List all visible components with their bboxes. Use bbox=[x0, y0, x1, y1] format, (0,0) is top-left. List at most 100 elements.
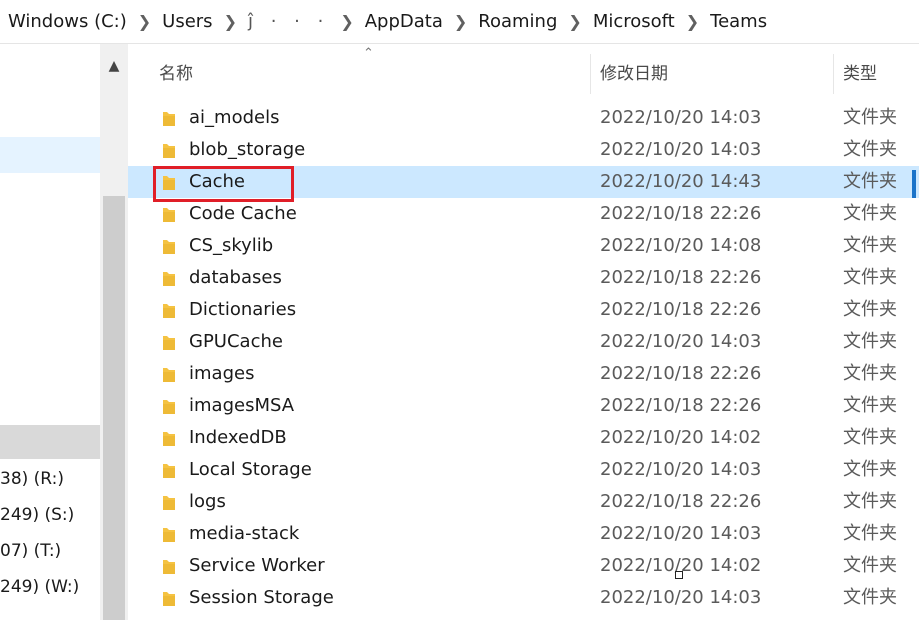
breadcrumb-username[interactable]: ĵ · · · bbox=[246, 11, 331, 32]
file-type: 文件夹 bbox=[843, 203, 897, 224]
file-modified-date: 2022/10/18 22:26 bbox=[600, 395, 762, 416]
chevron-right-icon[interactable]: ❯ bbox=[215, 12, 246, 31]
file-modified-date: 2022/10/18 22:26 bbox=[600, 267, 762, 288]
file-row[interactable]: Code Cache 2022/10/18 22:26 文件夹 bbox=[128, 198, 919, 230]
file-type: 文件夹 bbox=[843, 267, 897, 288]
folder-icon bbox=[163, 112, 175, 126]
chevron-right-icon[interactable]: ❯ bbox=[677, 12, 708, 31]
navigation-pane: 38) (R:) 249) (S:) 07) (T:) 249) (W:) bbox=[0, 44, 100, 620]
file-type: 文件夹 bbox=[843, 523, 897, 544]
file-name: Local Storage bbox=[189, 459, 312, 480]
column-header-date[interactable]: 修改日期 bbox=[600, 44, 668, 102]
file-type: 文件夹 bbox=[843, 459, 897, 480]
folder-icon bbox=[163, 304, 175, 318]
file-name: databases bbox=[189, 267, 282, 288]
column-divider[interactable] bbox=[590, 54, 591, 94]
file-type: 文件夹 bbox=[843, 299, 897, 320]
scrollbar-thumb[interactable] bbox=[103, 196, 125, 620]
file-type: 文件夹 bbox=[843, 427, 897, 448]
file-type: 文件夹 bbox=[843, 555, 897, 576]
file-row[interactable]: Local Storage 2022/10/20 14:03 文件夹 bbox=[128, 454, 919, 486]
file-name: Dictionaries bbox=[189, 299, 297, 320]
file-name: imagesMSA bbox=[189, 395, 295, 416]
chevron-right-icon[interactable]: ❯ bbox=[331, 12, 362, 31]
file-modified-date: 2022/10/18 22:26 bbox=[600, 203, 762, 224]
folder-icon bbox=[163, 528, 175, 542]
folder-icon bbox=[163, 496, 175, 510]
folder-icon bbox=[163, 208, 175, 222]
nav-drive-t[interactable]: 07) (T:) bbox=[0, 533, 100, 569]
file-type: 文件夹 bbox=[843, 331, 897, 352]
chevron-right-icon[interactable]: ❯ bbox=[129, 12, 160, 31]
file-name: ai_models bbox=[189, 107, 280, 128]
breadcrumb-appdata[interactable]: AppData bbox=[363, 11, 445, 32]
file-row[interactable]: CS_skylib 2022/10/20 14:08 文件夹 bbox=[128, 230, 919, 262]
file-modified-date: 2022/10/18 22:26 bbox=[600, 299, 762, 320]
file-row[interactable]: imagesMSA 2022/10/18 22:26 文件夹 bbox=[128, 390, 919, 422]
folder-icon bbox=[163, 368, 175, 382]
file-name: images bbox=[189, 363, 255, 384]
nav-selected-highlight[interactable] bbox=[0, 425, 100, 459]
file-modified-date: 2022/10/20 14:02 bbox=[600, 427, 762, 448]
address-bar[interactable]: Windows (C:) ❯ Users ❯ ĵ · · · ❯ AppData… bbox=[0, 0, 919, 44]
file-row[interactable]: GPUCache 2022/10/20 14:03 文件夹 bbox=[128, 326, 919, 358]
column-header-name[interactable]: 名称 bbox=[159, 44, 193, 102]
file-type: 文件夹 bbox=[843, 139, 897, 160]
column-divider[interactable] bbox=[833, 54, 834, 94]
file-row[interactable]: media-stack 2022/10/20 14:03 文件夹 bbox=[128, 518, 919, 550]
file-type: 文件夹 bbox=[843, 235, 897, 256]
folder-icon bbox=[163, 464, 175, 478]
highlight-annotation-box bbox=[153, 166, 294, 202]
file-modified-date: 2022/10/18 22:26 bbox=[600, 363, 762, 384]
chevron-right-icon[interactable]: ❯ bbox=[559, 12, 590, 31]
breadcrumb-windows-c[interactable]: Windows (C:) bbox=[6, 11, 129, 32]
sort-ascending-icon: ⌃ bbox=[363, 46, 374, 61]
breadcrumb-teams[interactable]: Teams bbox=[708, 11, 769, 32]
file-row[interactable]: databases 2022/10/18 22:26 文件夹 bbox=[128, 262, 919, 294]
file-type: 文件夹 bbox=[843, 395, 897, 416]
folder-icon bbox=[163, 592, 175, 606]
file-name: logs bbox=[189, 491, 226, 512]
file-row[interactable]: images 2022/10/18 22:26 文件夹 bbox=[128, 358, 919, 390]
file-modified-date: 2022/10/20 14:03 bbox=[600, 107, 762, 128]
mouse-cursor bbox=[675, 571, 683, 579]
file-row[interactable]: IndexedDB 2022/10/20 14:02 文件夹 bbox=[128, 422, 919, 454]
file-row[interactable]: blob_storage 2022/10/20 14:03 文件夹 bbox=[128, 134, 919, 166]
file-row[interactable]: Dictionaries 2022/10/18 22:26 文件夹 bbox=[128, 294, 919, 326]
nav-scrollbar[interactable]: ▲ bbox=[100, 44, 128, 620]
chevron-right-icon[interactable]: ❯ bbox=[445, 12, 476, 31]
file-modified-date: 2022/10/20 14:03 bbox=[600, 331, 762, 352]
file-name: Session Storage bbox=[189, 587, 334, 608]
column-header-type[interactable]: 类型 bbox=[843, 44, 877, 102]
scroll-up-icon[interactable]: ▲ bbox=[100, 54, 128, 78]
file-name: Service Worker bbox=[189, 555, 325, 576]
file-modified-date: 2022/10/20 14:08 bbox=[600, 235, 762, 256]
nav-hover-highlight[interactable] bbox=[0, 137, 100, 173]
nav-drive-r[interactable]: 38) (R:) bbox=[0, 461, 100, 497]
file-row[interactable]: Service Worker 2022/10/20 14:02 文件夹 bbox=[128, 550, 919, 582]
file-type: 文件夹 bbox=[843, 171, 897, 192]
file-modified-date: 2022/10/18 22:26 bbox=[600, 491, 762, 512]
file-name: media-stack bbox=[189, 523, 300, 544]
file-row[interactable]: logs 2022/10/18 22:26 文件夹 bbox=[128, 486, 919, 518]
file-modified-date: 2022/10/20 14:03 bbox=[600, 523, 762, 544]
file-modified-date: 2022/10/20 14:43 bbox=[600, 171, 762, 192]
file-name: IndexedDB bbox=[189, 427, 287, 448]
file-modified-date: 2022/10/20 14:03 bbox=[600, 587, 762, 608]
file-row[interactable]: Session Storage 2022/10/20 14:03 文件夹 bbox=[128, 582, 919, 614]
breadcrumb-roaming[interactable]: Roaming bbox=[476, 11, 559, 32]
file-row[interactable]: ai_models 2022/10/20 14:03 文件夹 bbox=[128, 102, 919, 134]
folder-icon bbox=[163, 272, 175, 286]
file-type: 文件夹 bbox=[843, 491, 897, 512]
file-modified-date: 2022/10/20 14:03 bbox=[600, 139, 762, 160]
breadcrumb-users[interactable]: Users bbox=[160, 11, 214, 32]
file-name: CS_skylib bbox=[189, 235, 274, 256]
folder-icon bbox=[163, 560, 175, 574]
folder-icon bbox=[163, 240, 175, 254]
column-header: ⌃ 名称 修改日期 类型 bbox=[128, 44, 919, 102]
nav-drive-s[interactable]: 249) (S:) bbox=[0, 497, 100, 533]
breadcrumb-microsoft[interactable]: Microsoft bbox=[591, 11, 677, 32]
nav-drive-w[interactable]: 249) (W:) bbox=[0, 569, 100, 605]
file-list: ⌃ 名称 修改日期 类型 ai_models 2022/10/20 14:03 文件… bbox=[128, 44, 919, 620]
file-name: GPUCache bbox=[189, 331, 283, 352]
